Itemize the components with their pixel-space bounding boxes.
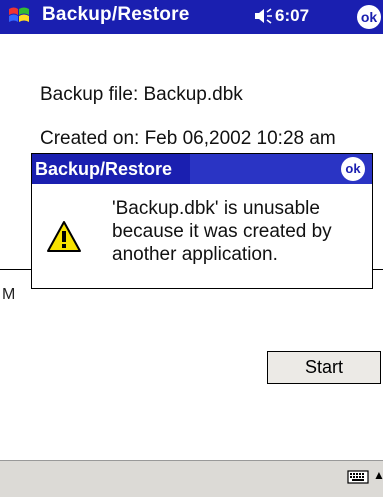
dialog-title-bar: Backup/Restore ok: [32, 154, 372, 184]
message-dialog: Backup/Restore ok 'Backup.dbk' is unusab…: [31, 153, 373, 289]
keyboard-icon[interactable]: [347, 469, 369, 485]
clock[interactable]: 6:07: [275, 6, 309, 26]
app-title: Backup/Restore: [42, 4, 190, 25]
start-button[interactable]: Start: [267, 351, 381, 384]
divider: [0, 269, 34, 270]
hidden-label-fragment: M: [2, 286, 16, 303]
created-on-label: Created on: Feb 06,2002 10:28 am: [40, 128, 336, 149]
dialog-title: Backup/Restore: [35, 157, 181, 181]
dialog-ok-button[interactable]: ok: [341, 157, 365, 181]
backup-file-label: Backup file: Backup.dbk: [40, 84, 243, 105]
dialog-message: 'Backup.dbk' is unusable because it was …: [112, 198, 332, 265]
windows-start-icon[interactable]: [6, 3, 32, 29]
up-arrow-icon[interactable]: ▲: [373, 468, 383, 482]
bottom-menu-bar: ▲: [0, 460, 383, 497]
warning-icon: [47, 221, 81, 252]
divider: [373, 269, 383, 270]
title-bar: Backup/Restore 6:07 ok: [0, 0, 383, 34]
speaker-icon[interactable]: [253, 7, 275, 25]
ok-icon[interactable]: ok: [357, 5, 381, 29]
